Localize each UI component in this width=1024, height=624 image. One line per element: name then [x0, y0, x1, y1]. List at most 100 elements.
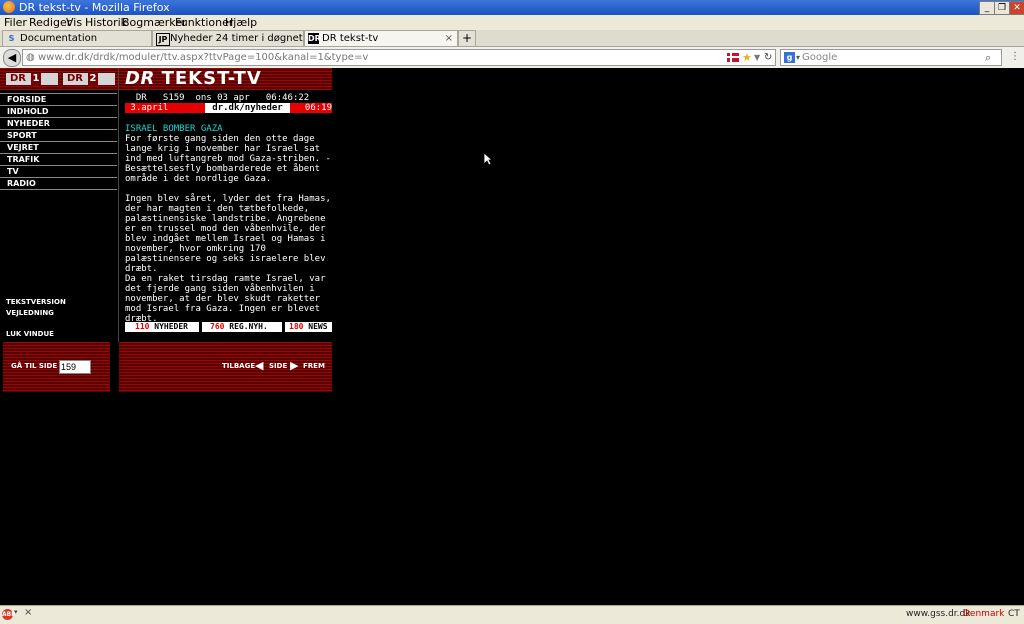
link-tekstversion[interactable]: TEKSTVERSION	[6, 297, 66, 307]
pager-forward-button[interactable]: FREM	[303, 362, 325, 370]
logo-dr: DR	[125, 68, 155, 89]
footer-label: REG.NYH.	[229, 322, 268, 331]
window-title-bar: DR tekst-tv - Mozilla Firefox _ ❐ ✕	[0, 0, 1024, 15]
back-button[interactable]: ◀	[3, 49, 21, 67]
globe-icon: ◍	[26, 52, 35, 63]
channel-number: 1	[31, 73, 41, 85]
address-bar[interactable]: ◍ www.dr.dk/drdk/moduler/ttv.aspx?ttvPag…	[22, 49, 776, 66]
footer-link-reg-nyh[interactable]: 760 REG.NYH.	[202, 322, 282, 332]
channel-dr2-button[interactable]: DR 2	[63, 73, 115, 85]
menu-rediger[interactable]: Rediger	[29, 15, 71, 30]
bookmark-star-icon[interactable]: ★	[742, 50, 752, 65]
arrow-right-icon[interactable]: ▶	[290, 359, 298, 372]
firefox-logo-icon	[3, 1, 15, 13]
documentation-favicon-icon: S	[8, 34, 15, 43]
nav-label: FORSIDE	[7, 95, 47, 104]
minimize-button[interactable]: _	[979, 1, 995, 15]
nav-tv[interactable]: TV	[0, 165, 117, 177]
nav-label: INDHOLD	[7, 107, 49, 116]
status-bar: ABP ▾ × www.gss.dr.dk Denmark CT	[0, 605, 1024, 624]
teletext-footer-links: 110 NYHEDER 760 REG.NYH. 180 NEWS	[125, 322, 332, 332]
channel-number: 2	[88, 73, 98, 85]
page-content: DR 1 DR 2 DR TEKST-TV FORSIDE INDHOLD NY…	[0, 68, 1024, 605]
teletext-source-url: dr.dk/nyheder	[205, 103, 290, 113]
arrow-left-icon[interactable]: ◀	[255, 359, 263, 372]
footer-page-number: 180	[289, 322, 304, 331]
search-placeholder[interactable]: Google	[802, 50, 837, 65]
menu-vis[interactable]: Vis	[66, 15, 82, 30]
search-icon[interactable]: ⌕	[985, 50, 991, 65]
menu-historik[interactable]: Historik	[85, 15, 127, 30]
goto-page-panel: GÅ TIL SIDE	[3, 342, 110, 392]
status-country[interactable]: Denmark	[963, 609, 1004, 619]
article-paragraph-1: For første gang siden den otte dage lang…	[125, 134, 331, 184]
tab-close-icon[interactable]: ×	[445, 31, 453, 46]
footer-label: NYHEDER	[154, 322, 188, 331]
menu-filer[interactable]: Filer	[4, 15, 27, 30]
channel-dr1-button[interactable]: DR 1	[6, 73, 58, 85]
nav-vejret[interactable]: VEJRET	[0, 141, 117, 153]
new-tab-button[interactable]: +	[458, 30, 476, 47]
nav-label: SPORT	[7, 131, 37, 140]
overflow-menu-icon[interactable]: ⋮	[1009, 49, 1021, 65]
nav-forside[interactable]: FORSIDE	[0, 93, 117, 105]
nav-radio[interactable]: RADIO	[0, 177, 117, 190]
nav-label: RADIO	[7, 179, 36, 188]
channel-label: DR	[10, 73, 27, 84]
teletext-sidebar-nav: FORSIDE INDHOLD NYHEDER SPORT VEJRET TRA…	[0, 93, 118, 190]
status-ct: CT	[1008, 609, 1020, 619]
channel-label: DR	[67, 73, 84, 84]
nav-label: TRAFIK	[7, 155, 40, 164]
logo-text: TEKST-TV	[161, 68, 262, 89]
pager-back-button[interactable]: TILBAGE	[222, 362, 255, 370]
nav-sport[interactable]: SPORT	[0, 129, 117, 141]
menu-hjaelp[interactable]: Hjælp	[225, 15, 257, 30]
google-engine-icon[interactable]: g	[784, 52, 795, 63]
article-headline: ISRAEL BOMBER GAZA	[125, 124, 223, 134]
navigation-bar: ◀ ◍ www.dr.dk/drdk/moduler/ttv.aspx?ttvP…	[0, 47, 1024, 69]
adblock-dropdown-icon[interactable]: ▾	[14, 608, 18, 616]
jp-favicon-icon: JP	[156, 33, 170, 46]
tab-bar: S Documentation JP Nyheder 24 timer i dø…	[0, 30, 1024, 47]
tab-dr-tekst-tv[interactable]: DR DR tekst-tv ×	[304, 30, 458, 46]
reload-icon[interactable]: ↻	[764, 50, 772, 65]
page-number-input[interactable]	[59, 360, 91, 374]
nav-label: VEJRET	[7, 143, 39, 152]
history-dropdown-icon[interactable]: ▼	[754, 50, 760, 65]
teletext-date: 3.april	[125, 103, 205, 113]
status-host: www.gss.dr.dk	[906, 609, 971, 619]
tab-label: Documentation	[20, 33, 98, 44]
link-luk-vindue[interactable]: LUK VINDUE	[6, 329, 54, 339]
maximize-button[interactable]: ❐	[994, 1, 1010, 15]
sidebar-divider	[118, 68, 119, 342]
nav-nyheder[interactable]: NYHEDER	[0, 117, 117, 129]
footer-label: NEWS	[308, 322, 328, 331]
dr-favicon-icon: DR	[308, 33, 321, 44]
dr-tekst-tv-logo: DR TEKST-TV	[125, 68, 262, 90]
teletext-time: 06:19	[290, 103, 332, 113]
nav-indhold[interactable]: INDHOLD	[0, 105, 117, 117]
adblock-icon[interactable]: ABP	[2, 609, 16, 620]
pager-panel: TILBAGE ◀ SIDE ▶ FREM	[119, 342, 332, 392]
teletext-status-line: DR S159 ons 03 apr 06:46:22	[125, 93, 310, 103]
engine-dropdown-icon[interactable]: ▾	[796, 50, 800, 65]
search-bar[interactable]: g ▾ Google ⌕	[780, 49, 1002, 66]
tab-label: DR tekst-tv	[322, 33, 379, 44]
nav-label: NYHEDER	[7, 119, 50, 128]
link-vejledning[interactable]: VEJLEDNING	[6, 308, 54, 318]
nav-trafik[interactable]: TRAFIK	[0, 153, 117, 165]
close-status-icon[interactable]: ×	[24, 607, 32, 618]
footer-link-news[interactable]: 180 NEWS	[285, 322, 332, 332]
close-button[interactable]: ✕	[1009, 1, 1024, 15]
window-title: DR tekst-tv - Mozilla Firefox	[19, 1, 170, 14]
teletext-info-row: 3.april dr.dk/nyheder 06:19	[125, 103, 332, 113]
tab-documentation[interactable]: S Documentation	[2, 30, 152, 46]
footer-page-number: 110	[135, 322, 150, 331]
url-text[interactable]: www.dr.dk/drdk/moduler/ttv.aspx?ttvPage=…	[38, 50, 368, 65]
goto-page-label: GÅ TIL SIDE	[11, 362, 58, 370]
tab-nyheder[interactable]: JP Nyheder 24 timer i døgnet - sen...	[152, 30, 340, 46]
footer-page-number: 760	[210, 322, 225, 331]
mouse-pointer-icon	[483, 152, 494, 169]
menu-bar: Filer Rediger Vis Historik Bogmærker Fun…	[0, 15, 1024, 30]
footer-link-nyheder[interactable]: 110 NYHEDER	[125, 322, 199, 332]
